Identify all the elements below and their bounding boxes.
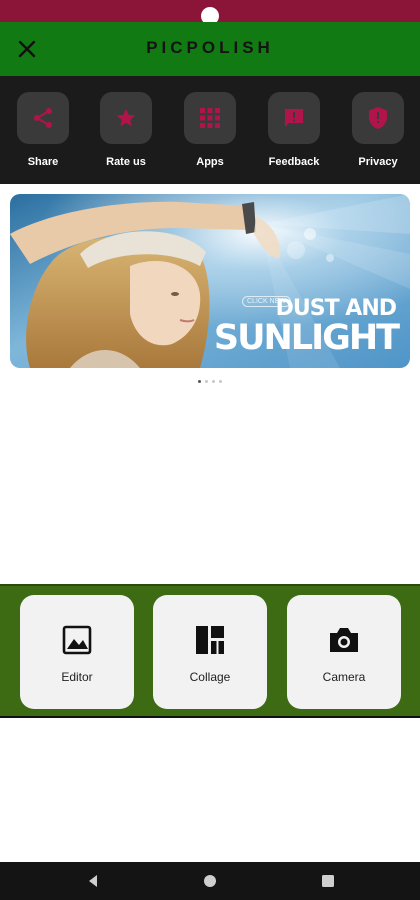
camera-icon — [287, 625, 401, 655]
share-label: Share — [27, 156, 59, 168]
rate-us-label: Rate us — [106, 156, 146, 168]
app-bar: PICPOLISH — [0, 22, 420, 76]
recents-icon — [322, 875, 334, 887]
carousel-dot[interactable] — [219, 380, 222, 383]
share-button[interactable]: Share — [13, 92, 73, 168]
carousel-dot[interactable] — [205, 380, 208, 383]
carousel-dot[interactable] — [198, 380, 201, 383]
recents-button[interactable] — [317, 870, 339, 892]
apps-label: Apps — [196, 156, 224, 168]
privacy-button[interactable]: Privacy — [348, 92, 408, 168]
home-icon — [204, 875, 216, 887]
action-row: Share Rate us Apps Feedback Privacy — [0, 76, 420, 184]
collage-button[interactable]: Collage — [153, 595, 267, 709]
privacy-label: Privacy — [358, 156, 398, 168]
apps-grid-icon — [184, 92, 236, 144]
rate-us-button[interactable]: Rate us — [96, 92, 156, 168]
camera-label: Camera — [322, 670, 366, 684]
collage-icon — [153, 625, 267, 655]
back-button[interactable] — [82, 870, 104, 892]
share-icon — [17, 92, 69, 144]
system-nav-bar — [0, 862, 420, 900]
carousel-indicator — [0, 380, 420, 383]
camera-button[interactable]: Camera — [287, 595, 401, 709]
editor-label: Editor — [61, 670, 93, 684]
apps-button[interactable]: Apps — [180, 92, 240, 168]
tools-panel: Editor Collage Camera — [0, 584, 420, 718]
shield-icon — [352, 92, 404, 144]
image-icon — [20, 625, 134, 655]
back-icon — [89, 875, 97, 887]
feedback-label: Feedback — [268, 156, 320, 168]
carousel-dot[interactable] — [212, 380, 215, 383]
banner-headline-main: SUNLIGHT — [213, 318, 400, 358]
editor-button[interactable]: Editor — [20, 595, 134, 709]
home-button[interactable] — [199, 870, 221, 892]
app-title: PICPOLISH — [146, 38, 274, 57]
promo-banner[interactable]: CLICK NEW DUST AND SUNLIGHT — [10, 194, 410, 368]
feedback-icon — [268, 92, 320, 144]
star-icon — [100, 92, 152, 144]
collage-label: Collage — [189, 670, 231, 684]
feedback-button[interactable]: Feedback — [264, 92, 324, 168]
